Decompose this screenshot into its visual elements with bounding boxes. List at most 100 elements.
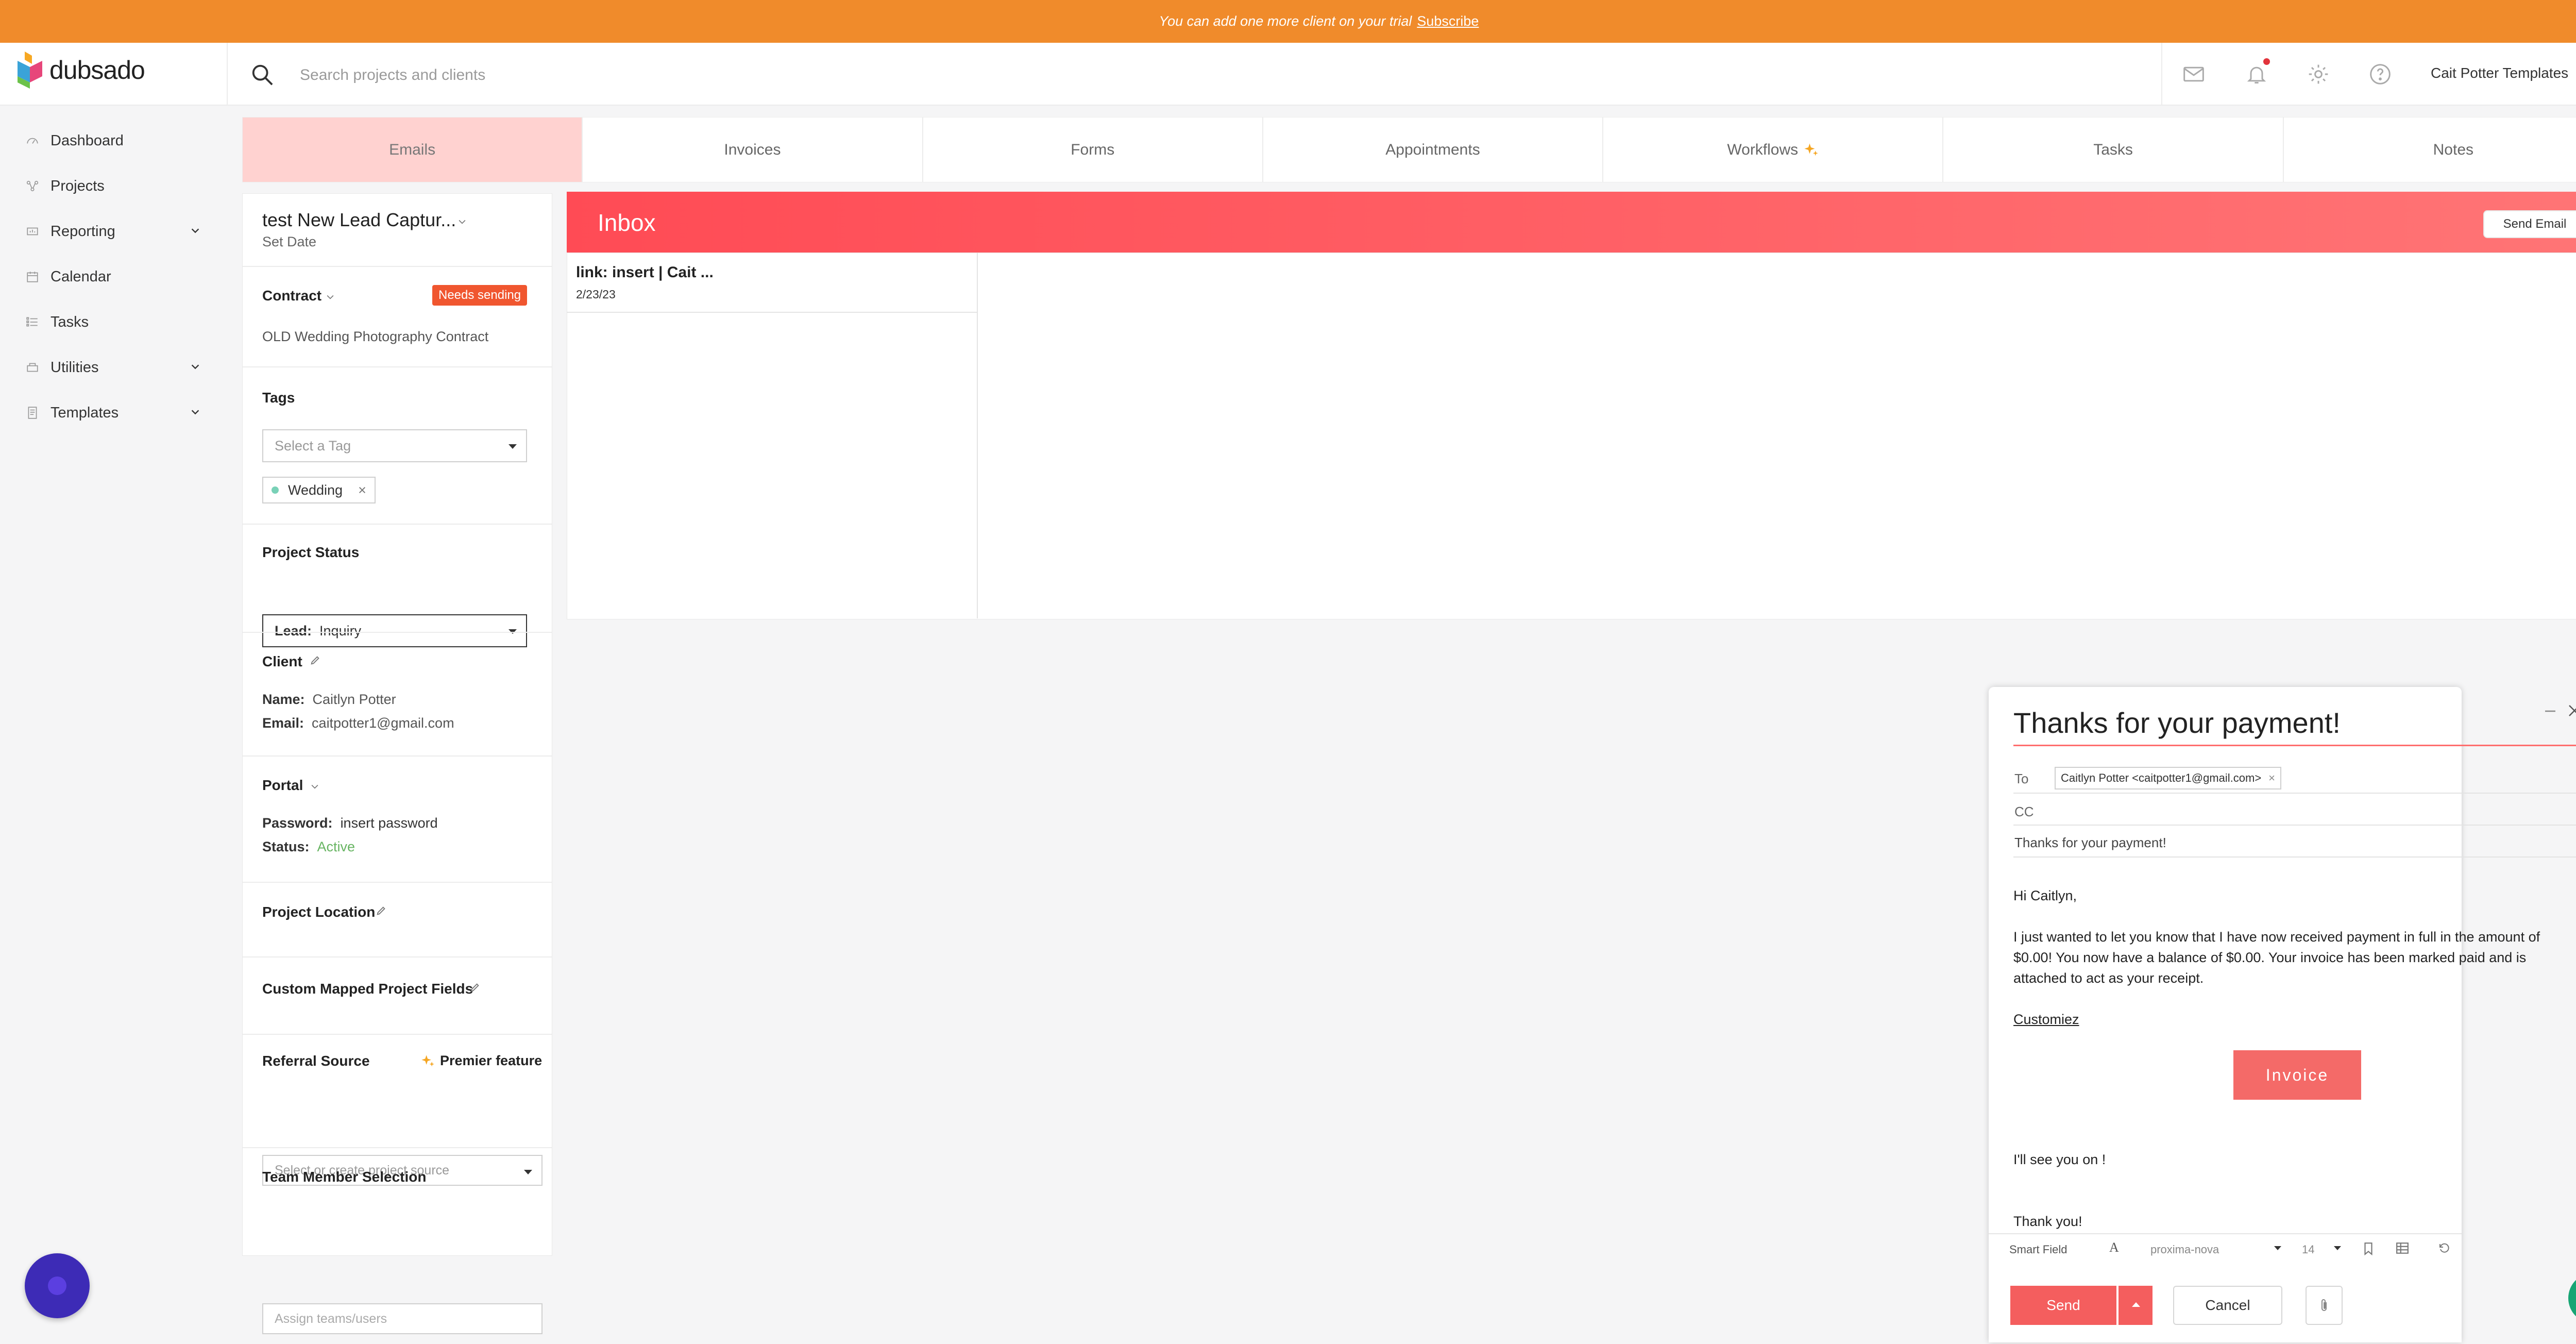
smart-field-button[interactable]: Smart Field <box>2009 1243 2067 1256</box>
portal-label[interactable]: Portal <box>262 777 303 794</box>
set-date-link[interactable]: Set Date <box>262 234 316 250</box>
dashboard-icon <box>26 134 39 147</box>
section-divider <box>243 882 552 883</box>
projects-icon <box>26 179 39 193</box>
notification-dot <box>2263 58 2270 65</box>
font-family-select[interactable]: proxima-nova <box>2150 1243 2219 1256</box>
contract-name[interactable]: OLD Wedding Photography Contract <box>262 329 488 345</box>
sidebar-item-calendar[interactable]: Calendar <box>26 261 201 292</box>
sidebar-item-tasks[interactable]: Tasks <box>26 307 201 338</box>
client-email[interactable]: caitpotter1@gmail.com <box>312 715 454 731</box>
sidebar-item-utilities[interactable]: Utilities <box>26 352 201 383</box>
font-style-icon[interactable]: A <box>2109 1240 2119 1255</box>
bookmark-icon[interactable] <box>2363 1242 2374 1255</box>
search-input[interactable] <box>299 62 713 89</box>
tab-notes[interactable]: Notes <box>2284 117 2576 182</box>
sidebar-item-projects[interactable]: Projects <box>26 171 201 201</box>
remove-recipient-icon[interactable]: × <box>2268 771 2275 785</box>
pencil-icon[interactable] <box>310 654 321 666</box>
caret-down-icon[interactable] <box>2274 1246 2281 1251</box>
project-title[interactable]: test New Lead Captur... <box>262 209 456 231</box>
message-subject[interactable]: link: insert | Cait ... <box>576 264 714 281</box>
body-paragraph[interactable]: I just wanted to let you know that I hav… <box>2013 927 2576 988</box>
cc-label[interactable]: CC <box>2014 804 2034 820</box>
subject-field[interactable]: Thanks for your payment! <box>2014 835 2166 851</box>
send-options-button[interactable] <box>2119 1286 2153 1325</box>
tab-workflows[interactable]: Workflows <box>1603 117 1944 182</box>
tag-select[interactable]: Select a Tag <box>262 429 527 462</box>
contract-label[interactable]: Contract <box>262 288 321 304</box>
chevron-down-icon[interactable] <box>325 292 335 302</box>
subscribe-link[interactable]: Subscribe <box>1417 13 1479 29</box>
send-email-button[interactable]: Send Email <box>2483 210 2576 238</box>
tasks-icon <box>26 315 39 329</box>
inbox-header <box>567 192 2576 253</box>
pencil-icon[interactable] <box>376 905 387 916</box>
sidebar-item-templates[interactable]: Templates <box>26 397 201 428</box>
composer-subject-title[interactable]: Thanks for your payment! <box>2013 706 2341 740</box>
field-divider <box>2013 856 2576 858</box>
calendar-icon <box>26 270 39 283</box>
sidebar-item-dashboard[interactable]: Dashboard <box>26 125 201 156</box>
project-status-select[interactable]: Lead: Inquiry <box>262 614 527 647</box>
font-size-select[interactable]: 14 <box>2302 1243 2314 1256</box>
section-divider <box>243 755 552 757</box>
tab-emails[interactable]: Emails <box>243 117 583 182</box>
templates-icon <box>26 406 39 419</box>
close-icon[interactable] <box>2567 703 2576 718</box>
sparkle-icon <box>1803 142 1819 158</box>
caret-down-icon[interactable] <box>2334 1246 2341 1251</box>
body-see-you[interactable]: I'll see you on ! <box>2013 1149 2576 1170</box>
brand-logo[interactable]: dubsado <box>18 52 145 89</box>
tags-label: Tags <box>262 390 295 406</box>
paperclip-icon <box>2319 1298 2329 1313</box>
premier-feature[interactable]: Premier feature <box>420 1053 542 1069</box>
caret-down-icon <box>509 444 517 449</box>
send-button[interactable]: Send <box>2010 1286 2116 1325</box>
remove-tag-icon[interactable]: × <box>358 482 366 498</box>
bell-icon[interactable] <box>2245 63 2268 86</box>
chat-support-button[interactable] <box>2568 1273 2576 1323</box>
section-divider <box>243 366 552 367</box>
chevron-down-icon[interactable] <box>190 225 201 237</box>
chevron-down-icon[interactable] <box>190 361 201 373</box>
utilities-icon <box>26 361 39 374</box>
chevron-down-icon[interactable] <box>310 781 320 792</box>
chevron-down-icon[interactable] <box>190 407 201 418</box>
field-divider <box>2013 825 2576 826</box>
mail-icon[interactable] <box>2182 63 2205 86</box>
project-location-label: Project Location <box>262 904 376 920</box>
tab-invoices[interactable]: Invoices <box>583 117 923 182</box>
section-divider <box>243 632 552 633</box>
undo-icon[interactable] <box>2438 1242 2450 1254</box>
project-status-label: Project Status <box>262 544 360 560</box>
assistant-icon <box>48 1276 66 1295</box>
user-menu[interactable]: Cait Potter Templates <box>2431 65 2568 81</box>
sidebar-item-label: Dashboard <box>50 132 124 149</box>
inbox-body <box>567 253 2576 619</box>
body-thanks[interactable]: Thank you! <box>2013 1211 2576 1232</box>
chevron-down-icon[interactable] <box>457 216 467 227</box>
minimize-icon[interactable] <box>2543 706 2558 716</box>
invoice-button[interactable]: Invoice <box>2233 1050 2361 1100</box>
tab-forms[interactable]: Forms <box>923 117 1263 182</box>
section-divider <box>243 1147 552 1148</box>
table-icon[interactable] <box>2396 1242 2409 1254</box>
password-key: Password: <box>262 815 333 831</box>
attach-button[interactable] <box>2306 1286 2343 1325</box>
sidebar-item-reporting[interactable]: Reporting <box>26 216 201 247</box>
customize-link[interactable]: Customiez <box>2013 1009 2079 1030</box>
help-icon[interactable] <box>2369 63 2392 86</box>
assistant-button[interactable] <box>25 1253 90 1318</box>
body-greeting[interactable]: Hi Caitlyn, <box>2013 885 2576 906</box>
search-icon[interactable] <box>250 63 274 87</box>
gear-icon[interactable] <box>2307 63 2330 86</box>
cancel-button[interactable]: Cancel <box>2173 1286 2282 1325</box>
tab-label: Workflows <box>1727 141 1799 158</box>
recipient-chip[interactable]: Caitlyn Potter <caitpotter1@gmail.com> × <box>2055 767 2282 789</box>
tab-tasks[interactable]: Tasks <box>1943 117 2284 182</box>
pencil-icon[interactable] <box>469 982 481 993</box>
section-divider <box>243 1034 552 1035</box>
tab-appointments[interactable]: Appointments <box>1263 117 1604 182</box>
team-member-input[interactable]: Assign teams/users <box>262 1303 543 1334</box>
